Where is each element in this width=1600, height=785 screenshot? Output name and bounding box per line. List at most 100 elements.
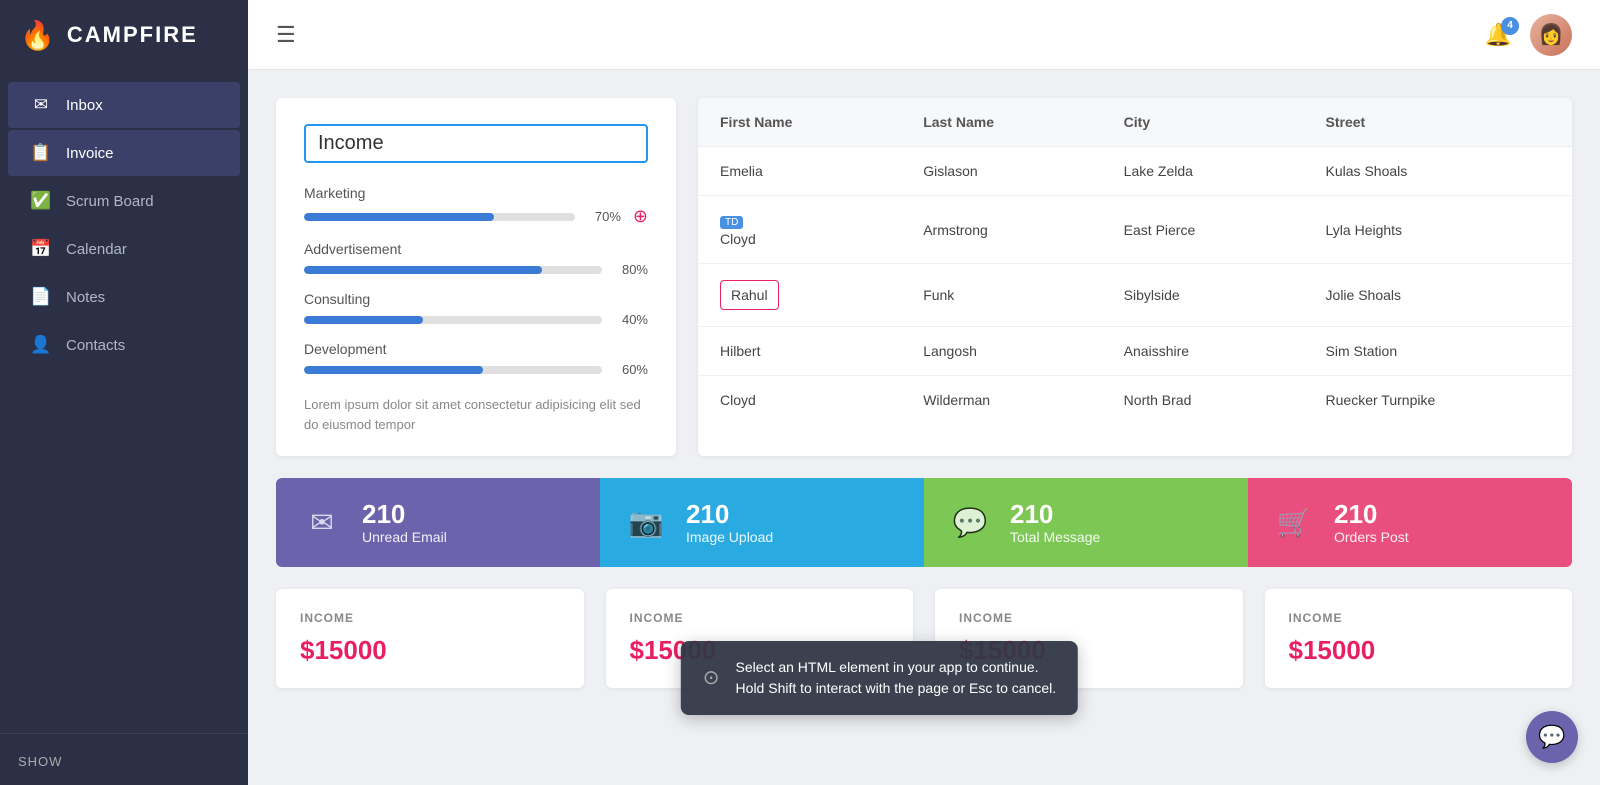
sidebar-bottom: SHOW (0, 733, 248, 785)
sidebar-label-inbox: Inbox (66, 97, 103, 114)
stat-card-total-message[interactable]: 💬 210 Total Message (924, 478, 1248, 567)
highlighted-cell-2[interactable]: Rahul (720, 280, 779, 310)
cell-value-4-city: North Brad (1124, 392, 1192, 408)
sidebar-label-notes: Notes (66, 289, 105, 306)
progress-pct-0: 70% (585, 209, 621, 224)
stat-number-image-upload: 210 (686, 500, 773, 529)
sidebar-icon-calendar: 📅 (30, 239, 52, 259)
table-cell-3-street: Sim Station (1304, 327, 1572, 376)
progress-bar-bg-2 (304, 316, 602, 324)
table-cell-3-city: Anaisshire (1102, 327, 1304, 376)
progress-bar-bg-3 (304, 366, 602, 374)
stat-icon-total-message: 💬 (948, 506, 992, 539)
sidebar-item-scrum-board[interactable]: ✅ Scrum Board (8, 178, 240, 224)
sidebar-icon-contacts: 👤 (30, 335, 52, 355)
table-cell-1-street: Lyla Heights (1304, 196, 1572, 264)
lorem-text: Lorem ipsum dolor sit amet consectetur a… (304, 395, 648, 434)
sidebar-item-calendar[interactable]: 📅 Calendar (8, 226, 240, 272)
cell-value-3-street: Sim Station (1326, 343, 1398, 359)
progress-row-2: 40% (304, 312, 648, 327)
stat-icon-unread-email: ✉ (300, 506, 344, 539)
stat-card-image-upload[interactable]: 📷 210 Image Upload (600, 478, 924, 567)
bottom-card-0: INCOME $15000 (276, 589, 584, 688)
income-title-input[interactable] (304, 124, 648, 163)
progress-bar-bg-0 (304, 213, 575, 221)
table-card: First NameLast NameCityStreet EmeliaGisl… (698, 98, 1572, 456)
stat-info-unread-email: 210 Unread Email (362, 500, 447, 545)
sidebar: 🔥 CAMPFIRE ✉ Inbox📋 Invoice✅ Scrum Board… (0, 0, 248, 785)
table-col-3: Street (1304, 98, 1572, 147)
cell-value-0-first: Emelia (720, 163, 763, 179)
progress-label-0: Marketing (304, 185, 648, 201)
flame-icon: 🔥 (20, 19, 57, 52)
bottom-card-value-0: $15000 (300, 635, 560, 666)
stat-label-unread-email: Unread Email (362, 529, 447, 545)
bottom-card-label-1: INCOME (630, 611, 890, 625)
cell-value-4-last: Wilderman (923, 392, 990, 408)
progress-section-3: Development 60% (304, 341, 648, 377)
progress-row-0: 70% ⊕ (304, 206, 648, 227)
stat-label-total-message: Total Message (1010, 529, 1100, 545)
bottom-card-label-0: INCOME (300, 611, 560, 625)
stat-card-orders-post[interactable]: 🛒 210 Orders Post (1248, 478, 1572, 567)
app-logo: 🔥 CAMPFIRE (0, 0, 248, 70)
td-tag-1: TD (720, 216, 743, 229)
sidebar-item-inbox[interactable]: ✉ Inbox (8, 82, 240, 128)
sidebar-item-invoice[interactable]: 📋 Invoice (8, 130, 240, 176)
sidebar-item-notes[interactable]: 📄 Notes (8, 274, 240, 320)
table-cell-4-first[interactable]: Cloyd (698, 376, 901, 425)
data-table: First NameLast NameCityStreet EmeliaGisl… (698, 98, 1572, 424)
progress-pct-2: 40% (612, 312, 648, 327)
sidebar-icon-scrum-board: ✅ (30, 191, 52, 211)
table-cell-0-first[interactable]: Emelia (698, 147, 901, 196)
table-cell-3-first[interactable]: Hilbert (698, 327, 901, 376)
table-cell-2-first[interactable]: Rahul (698, 264, 901, 327)
table-row: EmeliaGislasonLake ZeldaKulas Shoals (698, 147, 1572, 196)
progress-section-2: Consulting 40% (304, 291, 648, 327)
sidebar-label-calendar: Calendar (66, 241, 127, 258)
cell-value-3-first: Hilbert (720, 343, 760, 359)
table-cell-2-last: Funk (901, 264, 1101, 327)
table-cell-2-street: Jolie Shoals (1304, 264, 1572, 327)
table-cell-3-last: Langosh (901, 327, 1101, 376)
progress-bar-fill-3 (304, 366, 483, 374)
cell-value-4-street: Ruecker Turnpike (1326, 392, 1436, 408)
stat-card-unread-email[interactable]: ✉ 210 Unread Email (276, 478, 600, 567)
topbar-right: 🔔 4 👩 (1485, 14, 1572, 56)
cell-value-1-street: Lyla Heights (1326, 222, 1403, 238)
avatar[interactable]: 👩 (1530, 14, 1572, 56)
tooltip-overlay: ⊙ Select an HTML element in your app to … (681, 641, 1078, 715)
sidebar-label-invoice: Invoice (66, 145, 114, 162)
table-row: RahulFunkSibylsideJolie Shoals (698, 264, 1572, 327)
stat-label-image-upload: Image Upload (686, 529, 773, 545)
notification-button[interactable]: 🔔 4 (1485, 22, 1512, 48)
progress-pct-1: 80% (612, 262, 648, 277)
table-cell-1-first[interactable]: TDCloyd (698, 196, 901, 264)
progress-label-2: Consulting (304, 291, 648, 307)
table-cell-0-street: Kulas Shoals (1304, 147, 1572, 196)
stat-info-orders-post: 210 Orders Post (1334, 500, 1409, 545)
show-button[interactable]: SHOW (0, 748, 80, 775)
notification-badge: 4 (1501, 17, 1519, 35)
progress-row-3: 60% (304, 362, 648, 377)
progress-label-1: Addvertisement (304, 241, 648, 257)
bottom-card-label-2: INCOME (959, 611, 1219, 625)
table-cell-4-city: North Brad (1102, 376, 1304, 425)
table-cell-0-city: Lake Zelda (1102, 147, 1304, 196)
stat-number-unread-email: 210 (362, 500, 447, 529)
bottom-card-label-3: INCOME (1289, 611, 1549, 625)
progress-section-0: Marketing 70% ⊕ (304, 185, 648, 227)
stat-icon-orders-post: 🛒 (1272, 506, 1316, 539)
stat-cards-row: ✉ 210 Unread Email 📷 210 Image Upload 💬 … (276, 478, 1572, 567)
hamburger-menu[interactable]: ☰ (276, 22, 296, 48)
sidebar-label-scrum-board: Scrum Board (66, 193, 154, 210)
table-col-2: City (1102, 98, 1304, 147)
cell-value-0-city: Lake Zelda (1124, 163, 1193, 179)
table-cell-1-city: East Pierce (1102, 196, 1304, 264)
sidebar-item-contacts[interactable]: 👤 Contacts (8, 322, 240, 368)
stat-icon-image-upload: 📷 (624, 506, 668, 539)
table-cell-4-last: Wilderman (901, 376, 1101, 425)
tooltip-icon: ⊙ (703, 663, 720, 693)
cell-value-2-street: Jolie Shoals (1326, 287, 1402, 303)
chat-bubble[interactable]: 💬 (1526, 711, 1578, 763)
